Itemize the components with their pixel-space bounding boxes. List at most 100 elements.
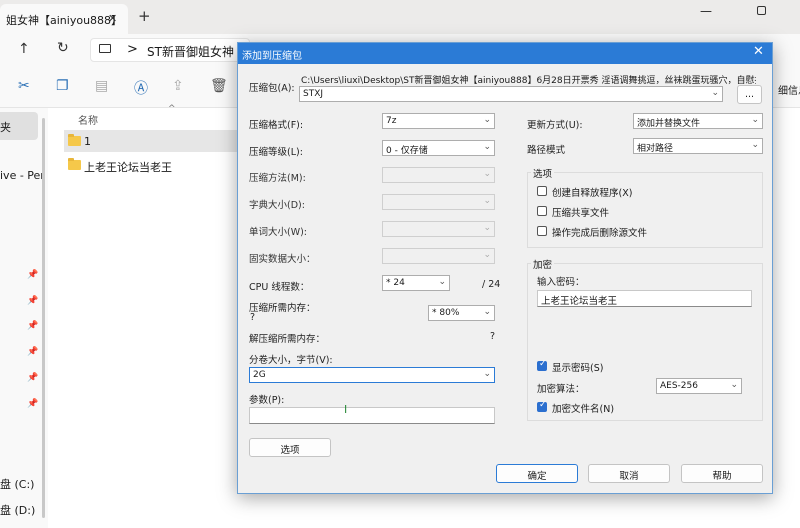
sidebar-item-selected[interactable]: 夹 [0, 112, 38, 140]
update-label: 更新方式(U): [527, 120, 583, 131]
split-value: 2G [253, 370, 266, 380]
rename-icon[interactable]: Ⓐ [134, 78, 148, 98]
archive-name-combo[interactable]: STXJ ⌄ [299, 86, 723, 102]
copy-icon[interactable]: ❐ [56, 78, 69, 94]
word-select[interactable]: ⌄ [382, 221, 495, 237]
delete-after-label: 操作完成后删除源文件 [552, 228, 648, 239]
word-label: 单词大小(W): [249, 227, 308, 238]
method-select[interactable]: ⌄ [382, 167, 495, 183]
dialog-title: 添加到压缩包 [238, 43, 772, 64]
chevron-down-icon: ⌄ [751, 115, 759, 125]
decomp-unknown: ? [490, 331, 496, 342]
solid-select[interactable]: ⌄ [382, 248, 495, 264]
format-select[interactable]: 7z ⌄ [382, 113, 495, 129]
cancel-button[interactable]: 取消 [588, 464, 670, 483]
help-button[interactable]: 帮助 [681, 464, 763, 483]
sidebar-item-drive-c[interactable]: 盘 (C:) [0, 476, 34, 492]
list-item[interactable]: 上老王论坛当老王 [64, 154, 240, 176]
chevron-down-icon: ⌄ [483, 307, 491, 317]
sidebar-scrollbar[interactable] [42, 118, 45, 518]
maximize-icon[interactable] [757, 6, 766, 15]
enc-method-label: 加密算法： [537, 384, 585, 395]
explorer-titlebar: 姐女神【ainiyou888】 ✕ + — [0, 0, 800, 34]
encrypt-names-label: 加密文件名(N) [552, 404, 615, 415]
details-label[interactable]: 细信息 [778, 82, 800, 97]
archive-label: 压缩包(A): [249, 83, 295, 94]
address-field[interactable]: > ST新晋御姐女神【 [90, 38, 250, 62]
share-icon[interactable]: ⇪ [172, 78, 184, 94]
chevron-down-icon: ⌄ [483, 223, 491, 233]
params-input[interactable] [249, 407, 495, 424]
solid-label: 固实数据大小： [249, 254, 316, 265]
encryption-group: 加密 输入密码： 上老王论坛当老王 显示密码(S) 加密算法： AES-256 ⌄… [527, 257, 763, 421]
split-combo[interactable]: 2G ⌄ [249, 367, 495, 383]
level-label: 压缩等级(L): [249, 147, 303, 158]
level-value: 0 - 仅存储 [386, 146, 428, 156]
sidebar-item-drive-d[interactable]: 盘 (D:) [0, 502, 35, 518]
chevron-down-icon: ⌄ [483, 196, 491, 206]
password-label: 输入密码： [537, 277, 585, 288]
cut-icon[interactable]: ✂ [18, 78, 30, 94]
delete-icon[interactable]: 🗑 [210, 78, 228, 94]
chevron-down-icon: ⌄ [711, 88, 719, 98]
shared-files-label: 压缩共享文件 [552, 208, 610, 219]
pin-icon: 📌 [27, 399, 39, 409]
chevron-right-icon: > [127, 42, 138, 57]
file-name: 1 [84, 135, 91, 148]
options-group-title: 选项 [531, 166, 555, 180]
encrypt-names-checkbox[interactable]: 加密文件名(N) [537, 400, 615, 415]
text-cursor-icon: I [344, 403, 348, 416]
chevron-down-icon: ⌄ [483, 115, 491, 125]
shared-files-checkbox[interactable]: 压缩共享文件 [537, 205, 609, 219]
cpu-label: CPU 线程数： [249, 282, 310, 293]
pin-icon: 📌 [27, 373, 39, 383]
checkbox-box [537, 186, 547, 196]
cpu-select[interactable]: * 24 ⌄ [382, 275, 450, 291]
encryption-group-title: 加密 [531, 257, 555, 271]
minimize-icon[interactable]: — [700, 4, 712, 18]
checkbox-box [537, 226, 547, 236]
dict-select[interactable]: ⌄ [382, 194, 495, 210]
mem-select[interactable]: * 80% ⌄ [428, 305, 495, 321]
file-name: 上老王论坛当老王 [84, 161, 172, 174]
update-value: 添加并替换文件 [637, 119, 701, 129]
paste-icon[interactable]: ▤ [95, 78, 108, 94]
ok-button[interactable]: 确定 [496, 464, 578, 483]
tab-close-icon[interactable]: ✕ [108, 12, 117, 25]
update-select[interactable]: 添加并替换文件 ⌄ [633, 113, 763, 129]
new-tab-button[interactable]: + [138, 7, 151, 25]
mem-unknown: ? [250, 312, 256, 323]
list-item[interactable]: 1 [64, 130, 240, 152]
cpu-value: * 24 [386, 278, 405, 288]
archive-path: C:\Users\liuxi\Desktop\ST新晋御姐女神【ainiyou8… [301, 76, 756, 86]
options-group: 选项 创建自释放程序(X) 压缩共享文件 操作完成后删除源文件 [527, 166, 763, 248]
create-sfx-label: 创建自释放程序(X) [552, 188, 633, 199]
folder-icon [68, 134, 81, 146]
pin-icon: 📌 [27, 347, 39, 357]
dict-label: 字典大小(D): [249, 200, 305, 211]
up-arrow-icon[interactable]: ↑ [18, 41, 30, 57]
refresh-icon[interactable]: ↻ [57, 40, 69, 56]
browse-button[interactable]: ... [737, 85, 762, 104]
chevron-down-icon: ⌄ [483, 142, 491, 152]
split-label: 分卷大小，字节(V): [249, 355, 333, 366]
close-icon[interactable]: ✕ [753, 44, 764, 59]
explorer-tab[interactable]: 姐女神【ainiyou888】 ✕ [0, 4, 128, 34]
folder-icon [68, 158, 81, 170]
password-input[interactable]: 上老王论坛当老王 [537, 290, 752, 307]
pathmode-select[interactable]: 相对路径 ⌄ [633, 138, 763, 154]
level-select[interactable]: 0 - 仅存储 ⌄ [382, 140, 495, 156]
pin-icon: 📌 [27, 270, 39, 280]
format-value: 7z [386, 116, 397, 126]
delete-after-checkbox[interactable]: 操作完成后删除源文件 [537, 225, 647, 239]
options-button[interactable]: 选项 [249, 438, 331, 457]
show-password-label: 显示密码(S) [552, 363, 604, 374]
pathmode-label: 路径模式 [527, 145, 566, 156]
pin-icon: 📌 [27, 296, 39, 306]
tab-title: 姐女神【ainiyou888】 [6, 14, 123, 27]
create-sfx-checkbox[interactable]: 创建自释放程序(X) [537, 185, 632, 199]
column-header-name[interactable]: 名称 [78, 112, 98, 127]
sidebar-item-onedrive[interactable]: ive - Per [0, 169, 45, 182]
enc-method-select[interactable]: AES-256 ⌄ [656, 378, 742, 394]
show-password-checkbox[interactable]: 显示密码(S) [537, 359, 604, 374]
